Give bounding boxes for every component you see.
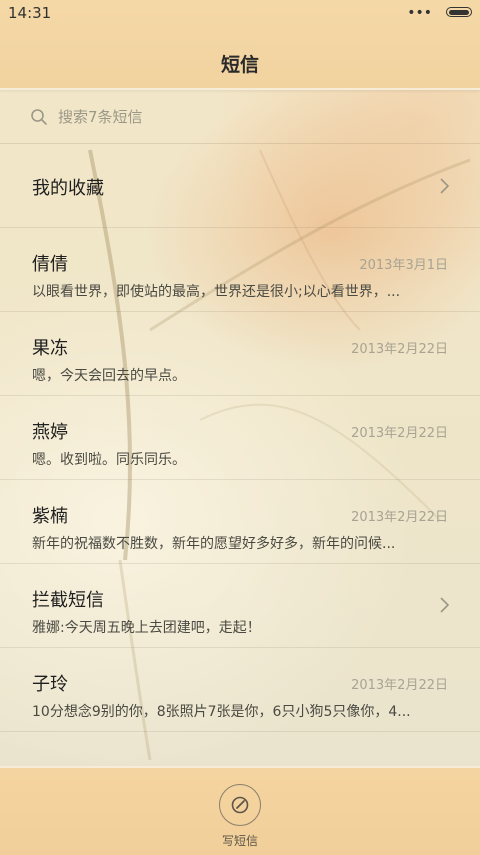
conversation-row[interactable]: 果冻 2013年2月22日 嗯，今天会回去的早点。 (0, 312, 480, 396)
message-preview: 雅娜:今天周五晚上去团建吧，走起！ (32, 620, 261, 636)
message-date: 2013年2月22日 (351, 678, 448, 693)
message-preview: 嗯，今天会回去的早点。 (32, 368, 186, 384)
compose-label: 写短信 (221, 834, 258, 848)
favorites-label: 我的收藏 (32, 178, 104, 199)
message-date: 2013年2月22日 (351, 342, 448, 357)
contact-name: 燕婷 (32, 422, 68, 443)
search-placeholder: 搜索7条短信 (58, 108, 143, 126)
conversation-row[interactable]: 紫楠 2013年2月22日 新年的祝福数不胜数，新年的愿望好多好多，新年的问候.… (0, 480, 480, 564)
contact-name: 倩倩 (32, 254, 68, 275)
chevron-right-icon (440, 178, 450, 194)
blocked-messages-row[interactable]: 拦截短信 雅娜:今天周五晚上去团建吧，走起！ (0, 564, 480, 648)
conversation-row[interactable]: 倩倩 2013年3月1日 以眼看世界，即使站的最高，世界还是很小;以心看世界，.… (0, 228, 480, 312)
search-bar[interactable]: 搜索7条短信 (0, 92, 480, 142)
search-icon (31, 109, 47, 125)
compose-button[interactable] (219, 784, 261, 826)
contact-name: 子玲 (32, 674, 68, 695)
favorites-row[interactable]: 我的收藏 (0, 144, 480, 228)
message-date: 2013年2月22日 (351, 510, 448, 525)
message-preview: 10分想念9别的你，8张照片7张是你，6只小狗5只像你，4... (32, 704, 411, 720)
status-bar: 14:31 ••• (0, 0, 480, 26)
message-preview: 嗯。收到啦。同乐同乐。 (32, 452, 186, 468)
status-dots: ••• (407, 5, 432, 21)
contact-name: 紫楠 (32, 506, 68, 527)
contact-name: 果冻 (32, 338, 68, 359)
chevron-right-icon (440, 597, 450, 613)
message-date: 2013年3月1日 (359, 258, 448, 273)
conversation-row[interactable]: 子玲 2013年2月22日 10分想念9别的你，8张照片7张是你，6只小狗5只像… (0, 648, 480, 732)
message-preview: 新年的祝福数不胜数，新年的愿望好多好多，新年的问候... (32, 536, 396, 552)
status-time: 14:31 (8, 4, 52, 22)
message-preview: 以眼看世界，即使站的最高，世界还是很小;以心看世界，... (32, 284, 401, 300)
blocked-label: 拦截短信 (32, 590, 104, 611)
compose-icon (231, 796, 249, 814)
page-title: 短信 (220, 54, 259, 76)
bottom-bar: 写短信 (0, 766, 480, 855)
conversation-row[interactable]: 燕婷 2013年2月22日 嗯。收到啦。同乐同乐。 (0, 396, 480, 480)
battery-icon (446, 7, 472, 17)
message-date: 2013年2月22日 (351, 426, 448, 441)
